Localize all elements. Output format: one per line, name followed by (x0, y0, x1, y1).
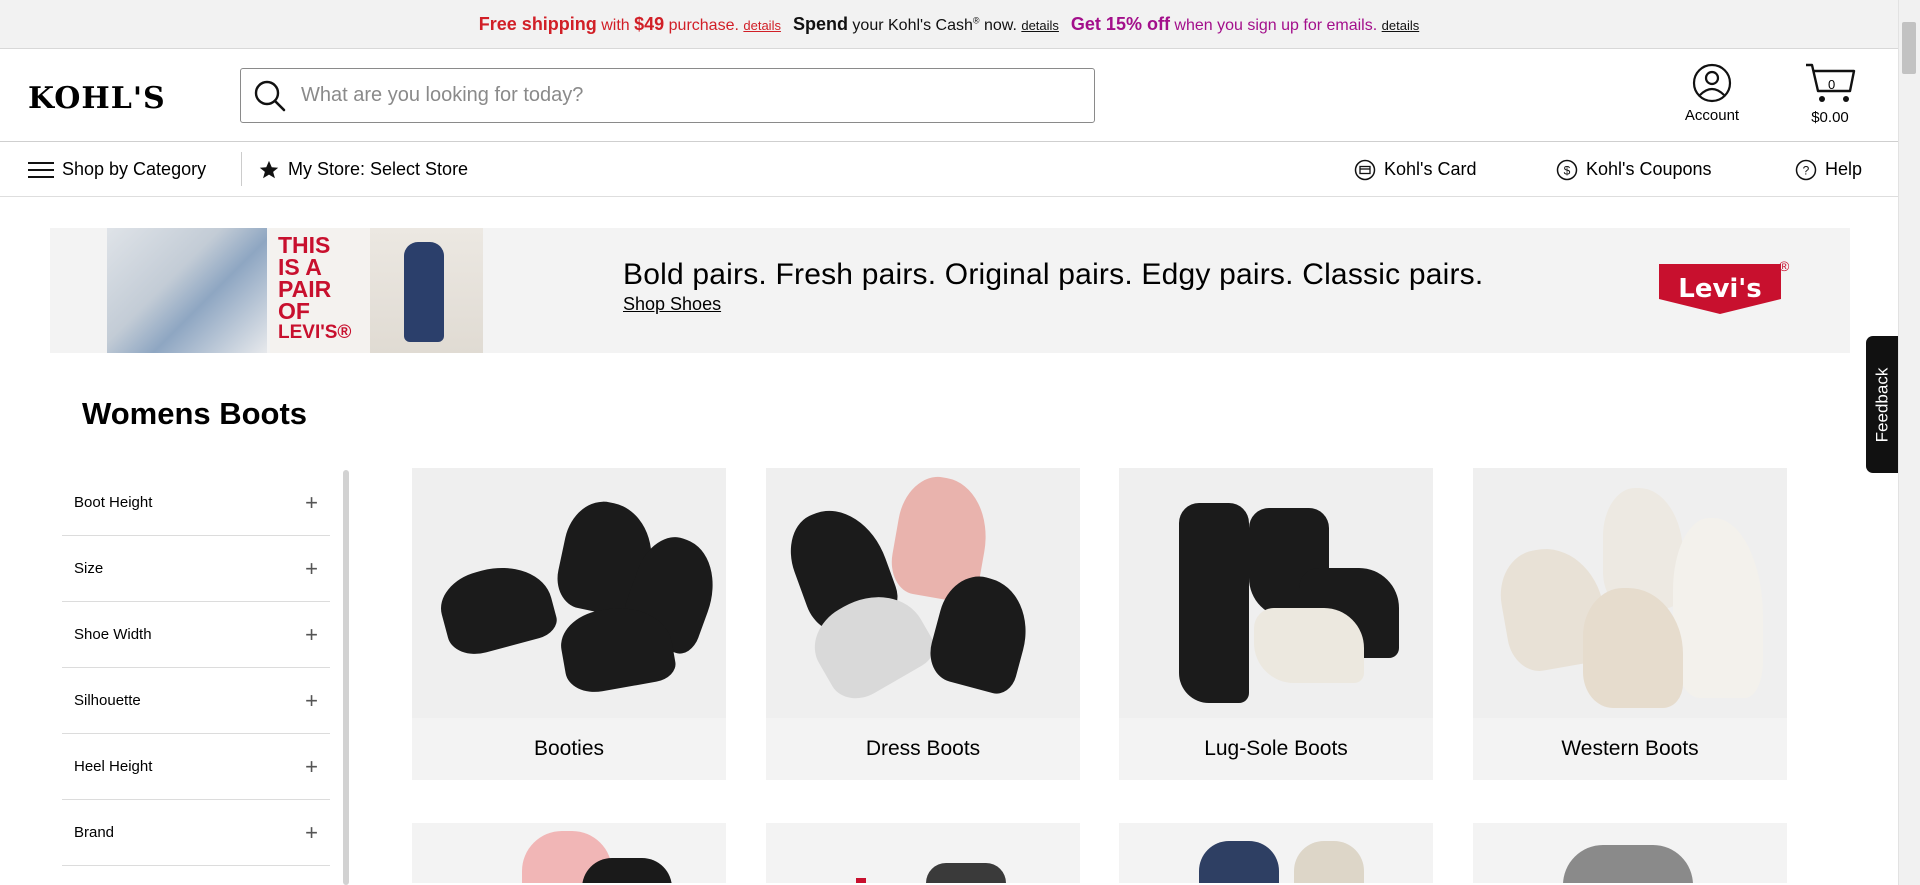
dollar-icon: $ (1556, 159, 1578, 180)
promo-kohls-cash: Spend your Kohl's Cash® now. details (792, 13, 1059, 34)
feedback-label: Feedback (1872, 367, 1892, 442)
shop-by-category-button[interactable]: Shop by Category (28, 142, 206, 197)
category-tile-row2-1[interactable] (412, 823, 726, 883)
plus-icon: + (305, 489, 318, 515)
filter-heel-height[interactable]: Heel Height + (62, 734, 330, 800)
help-link[interactable]: ? Help (1795, 142, 1862, 197)
filter-sidebar: Boot Height + Size + Shoe Width + Silhouett… (62, 470, 330, 866)
promo-free-shipping: Free shipping with $49 purchase. details (478, 13, 781, 34)
banner-image-model (370, 228, 483, 353)
banner-image-text: THIS IS A PAIR OF LEVI'S® (270, 228, 376, 353)
cart-button[interactable]: 0 $0.00 (1800, 61, 1860, 126)
account-button[interactable]: Account (1672, 63, 1752, 124)
lug-sole-boots-image (1119, 468, 1433, 718)
help-label: Help (1825, 159, 1863, 179)
account-label: Account (1684, 107, 1740, 124)
search-box[interactable] (240, 68, 1095, 123)
category-tile-lug-sole-boots[interactable]: Lug-Sole Boots (1119, 468, 1433, 780)
my-store-label: My Store: Select Store (288, 159, 469, 179)
kohls-card-link[interactable]: Kohl's Card (1354, 142, 1476, 197)
filter-silhouette[interactable]: Silhouette + (62, 668, 330, 734)
dress-boots-label: Dress Boots (865, 737, 981, 760)
page-title: Womens Boots (82, 396, 308, 431)
plus-icon: + (305, 753, 318, 779)
shop-shoes-link[interactable]: Shop Shoes (623, 294, 721, 315)
kohls-coupons-link[interactable]: $ Kohl's Coupons (1556, 142, 1712, 197)
plus-icon: + (305, 819, 318, 845)
promo-details-link-1[interactable]: details (743, 18, 781, 33)
main-nav: Shop by Category My Store: Select Store … (0, 142, 1898, 197)
banner-image-shoes (107, 228, 267, 353)
help-icon: ? (1795, 159, 1817, 180)
svg-text:?: ? (1803, 163, 1810, 177)
category-tile-western-boots[interactable]: Western Boots (1473, 468, 1787, 780)
banner-headline: Bold pairs. Fresh pairs. Original pairs.… (623, 258, 1484, 291)
shop-by-category-label: Shop by Category (62, 159, 207, 179)
kohls-logo[interactable]: KOHL'S (28, 81, 166, 116)
nav-divider (241, 152, 242, 186)
filter-shoe-width[interactable]: Shoe Width + (62, 602, 330, 668)
account-icon (1692, 63, 1732, 103)
booties-label: Booties (533, 737, 605, 760)
promo-bar: Free shipping with $49 purchase. details… (0, 0, 1898, 49)
promo-email-signup: Get 15% off when you sign up for emails.… (1070, 13, 1420, 34)
search-icon[interactable] (253, 79, 287, 113)
site-header: KOHL'S Account 0 $0.00 (0, 49, 1898, 142)
plus-icon: + (305, 687, 318, 713)
category-tile-row2-3[interactable] (1119, 823, 1433, 883)
category-tile-booties[interactable]: Booties (412, 468, 726, 780)
filter-brand[interactable]: Brand + (62, 800, 330, 866)
card-icon (1354, 159, 1376, 180)
plus-icon: + (305, 621, 318, 647)
category-tile-dress-boots[interactable]: Dress Boots (766, 468, 1080, 780)
star-icon (259, 160, 279, 178)
western-boots-image (1473, 468, 1787, 718)
booties-image (412, 468, 726, 718)
kohls-card-label: Kohl's Card (1384, 159, 1477, 179)
promo-details-link-2[interactable]: details (1021, 18, 1059, 33)
plus-icon: + (305, 555, 318, 581)
sidebar-scrollbar[interactable] (343, 470, 349, 885)
filter-boot-height[interactable]: Boot Height + (62, 470, 330, 536)
hamburger-icon (28, 161, 54, 178)
cart-count: 0 (1828, 77, 1836, 92)
dress-boots-image (766, 468, 1080, 718)
scrollbar-thumb[interactable] (1902, 22, 1916, 74)
search-input[interactable] (301, 84, 1061, 107)
promo-details-link-3[interactable]: details (1382, 18, 1420, 33)
levis-logo: Levi's (1659, 264, 1781, 314)
my-store-button[interactable]: My Store: Select Store (258, 142, 468, 197)
category-tile-row2-4[interactable] (1473, 823, 1787, 883)
svg-text:$: $ (1564, 163, 1571, 177)
filter-size[interactable]: Size + (62, 536, 330, 602)
cart-total: $0.00 (1811, 109, 1849, 126)
levis-promo-banner[interactable]: THIS IS A PAIR OF LEVI'S® Bold pairs. Fr… (50, 228, 1850, 353)
category-tile-row2-2[interactable] (766, 823, 1080, 883)
lug-sole-boots-label: Lug-Sole Boots (1204, 737, 1348, 760)
feedback-tab[interactable]: Feedback (1866, 336, 1899, 473)
western-boots-label: Western Boots (1561, 737, 1699, 760)
levis-registered-mark: ® (1779, 258, 1790, 274)
kohls-coupons-label: Kohl's Coupons (1586, 159, 1712, 179)
page-scrollbar[interactable] (1898, 0, 1920, 885)
